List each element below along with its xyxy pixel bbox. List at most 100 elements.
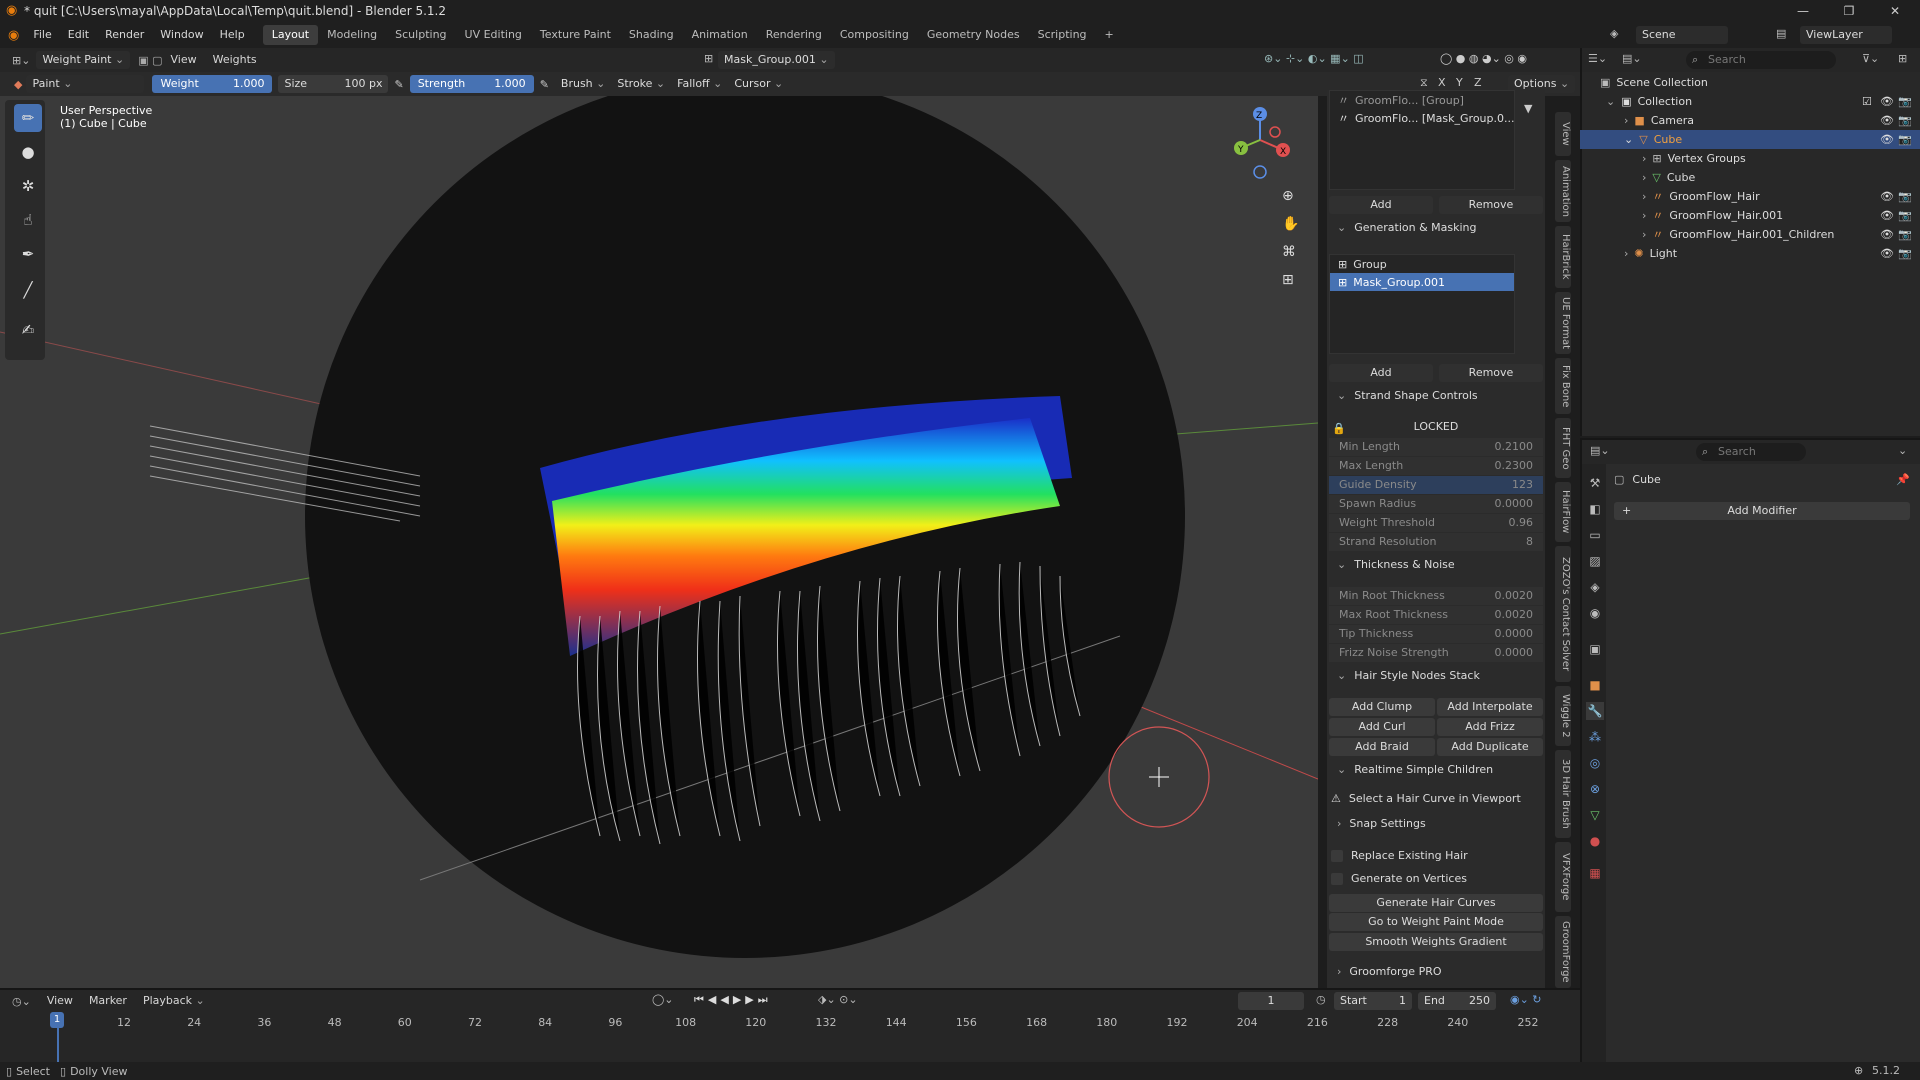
smooth-weights-button[interactable]: Smooth Weights Gradient: [1329, 933, 1543, 951]
scene-properties-icon[interactable]: ◈: [1586, 578, 1604, 596]
outliner-search-input[interactable]: ⌕ Search: [1686, 51, 1836, 69]
new-collection-icon[interactable]: ⊞: [1898, 52, 1907, 65]
remove-button[interactable]: Remove: [1439, 196, 1543, 214]
tab-sculpting[interactable]: Sculpting: [386, 25, 455, 45]
scene-selector[interactable]: Scene: [1636, 26, 1728, 44]
viewlayer-selector[interactable]: ViewLayer: [1800, 26, 1892, 44]
sidebar-tab-vfxforge[interactable]: VFXForge: [1555, 842, 1571, 912]
playback-controls[interactable]: ⏮◀◀▶▶⏭: [694, 993, 772, 1007]
panel-thickness-noise[interactable]: ⌄ Thickness & Noise: [1329, 553, 1543, 577]
outliner-cube-selected[interactable]: ⌄ ▽ Cube 👁 📷: [1580, 130, 1920, 149]
tab-texture-paint[interactable]: Texture Paint: [531, 25, 620, 45]
tab-layout[interactable]: Layout: [262, 25, 319, 45]
timeline-marker-menu[interactable]: Marker: [81, 990, 135, 1012]
pin-icon[interactable]: 📌: [1896, 473, 1910, 486]
view-layer-icon[interactable]: ▨: [1586, 552, 1604, 570]
menu-render[interactable]: Render: [97, 22, 152, 48]
sidebar-tab-hairbrick[interactable]: HairBrick: [1555, 226, 1571, 288]
keying-icon[interactable]: ⬗⌄ ⊙⌄: [818, 993, 858, 1006]
eye-icon[interactable]: 👁: [1880, 244, 1894, 263]
list-menu-icon[interactable]: ▼: [1524, 102, 1532, 115]
max-root-thickness-field[interactable]: Max Root Thickness 0.0020: [1329, 606, 1543, 624]
tab-shading[interactable]: Shading: [620, 25, 683, 45]
timeline-editor-icon[interactable]: ◷⌄: [0, 995, 39, 1008]
list-item[interactable]: 〃 GroomFlo... [Mask_Group.0...: [1330, 109, 1515, 127]
camera-render-icon[interactable]: 📷: [1898, 111, 1912, 130]
select-mode-icon[interactable]: ▣ ▢: [138, 54, 162, 67]
max-length-field[interactable]: Max Length 0.2300: [1329, 457, 1543, 475]
gradient-tool-icon[interactable]: ╱: [14, 276, 42, 304]
eye-icon[interactable]: 👁: [1880, 187, 1894, 206]
average-tool-icon[interactable]: ✲: [14, 172, 42, 200]
panel-hair-style-stack[interactable]: ⌄ Hair Style Nodes Stack: [1329, 664, 1543, 688]
menu-edit[interactable]: Edit: [60, 22, 97, 48]
timeline-frames[interactable]: 1 12 24 36 48 60 72 84 96 108 120 132 144 156 168 180 19…: [0, 1012, 1580, 1068]
menu-window[interactable]: Window: [152, 22, 211, 48]
sidebar-tab-animation[interactable]: Animation: [1555, 160, 1571, 222]
physics-icon[interactable]: ◎: [1586, 754, 1604, 772]
auto-key-icon[interactable]: ◯⌄: [652, 993, 674, 1006]
remove-button[interactable]: Remove: [1439, 364, 1543, 382]
tab-rendering[interactable]: Rendering: [757, 25, 831, 45]
strength-slider[interactable]: Strength 1.000: [409, 75, 534, 93]
weight-threshold-field[interactable]: Weight Threshold 0.96: [1329, 514, 1543, 532]
camera-view-icon[interactable]: ⌘: [1282, 244, 1296, 260]
camera-render-icon[interactable]: 📷: [1898, 225, 1912, 244]
outliner-cube-mesh[interactable]: › ▽ Cube: [1580, 168, 1920, 187]
sidebar-tab-3d-hair-brush[interactable]: 3D Hair Brush: [1555, 750, 1571, 838]
tab-modeling[interactable]: Modeling: [318, 25, 386, 45]
tab-scripting[interactable]: Scripting: [1029, 25, 1096, 45]
add-braid-button[interactable]: Add Braid: [1329, 738, 1435, 756]
panel-strand-shape[interactable]: ⌄ Strand Shape Controls: [1329, 384, 1543, 408]
pan-hand-icon[interactable]: ✋: [1282, 216, 1299, 232]
data-properties-icon[interactable]: ▽: [1586, 806, 1604, 824]
ortho-grid-icon[interactable]: ⊞: [1282, 272, 1294, 288]
spawn-radius-field[interactable]: Spawn Radius 0.0000: [1329, 495, 1543, 513]
camera-render-icon[interactable]: 📷: [1898, 92, 1912, 111]
constraints-icon[interactable]: ⊗: [1586, 780, 1604, 798]
add-clump-button[interactable]: Add Clump: [1329, 698, 1435, 716]
add-modifier-button[interactable]: + Add Modifier: [1614, 502, 1910, 520]
sidebar-tab-wiggle[interactable]: Wiggle 2: [1555, 686, 1571, 746]
add-button[interactable]: Add: [1329, 196, 1433, 214]
strength-pressure-icon[interactable]: ✎: [534, 78, 555, 91]
playhead[interactable]: 1: [50, 1012, 64, 1028]
tab-geometry-nodes[interactable]: Geometry Nodes: [918, 25, 1029, 45]
mirror-z-toggle[interactable]: Z: [1474, 76, 1482, 89]
add-curl-button[interactable]: Add Curl: [1329, 718, 1435, 736]
blender-menu-icon[interactable]: ◉: [0, 28, 25, 43]
close-button[interactable]: ✕: [1872, 0, 1918, 22]
add-frizz-button[interactable]: Add Frizz: [1437, 718, 1543, 736]
mirror-x-toggle[interactable]: X: [1438, 76, 1446, 89]
menu-weights[interactable]: Weights: [205, 48, 265, 72]
menu-help[interactable]: Help: [212, 22, 253, 48]
add-workspace-button[interactable]: +: [1096, 25, 1123, 45]
texture-properties-icon[interactable]: ▦: [1586, 864, 1604, 882]
properties-search-input[interactable]: ⌕ Search: [1696, 443, 1806, 461]
editor-type-icon[interactable]: ⊞⌄: [0, 54, 36, 67]
sidebar-tab-zozo[interactable]: ZOZO's Contact Solver: [1555, 546, 1571, 682]
blur-tool-icon[interactable]: ●: [14, 138, 42, 166]
smear-tool-icon[interactable]: ☝: [14, 206, 42, 234]
cursor-menu[interactable]: Cursor: [728, 75, 789, 93]
paint-tool-icon[interactable]: ✏: [14, 104, 42, 132]
tab-uv-editing[interactable]: UV Editing: [456, 25, 531, 45]
tab-animation[interactable]: Animation: [683, 25, 757, 45]
eye-icon[interactable]: 👁: [1880, 111, 1894, 130]
tab-compositing[interactable]: Compositing: [831, 25, 918, 45]
maximize-button[interactable]: ❐: [1826, 0, 1872, 22]
falloff-menu[interactable]: Falloff: [671, 75, 728, 93]
menu-file[interactable]: File: [25, 22, 59, 48]
sample-weight-icon[interactable]: ✒: [14, 240, 42, 268]
min-root-thickness-field[interactable]: Min Root Thickness 0.0020: [1329, 587, 1543, 605]
generate-hair-curves-button[interactable]: Generate Hair Curves: [1329, 894, 1543, 912]
annotate-tool-icon[interactable]: ✍: [14, 316, 42, 344]
list-item[interactable]: ⊞ Group: [1330, 255, 1514, 273]
weight-slider[interactable]: Weight 1.000: [152, 75, 273, 93]
brush-selector[interactable]: Paint: [26, 75, 145, 93]
outliner-vertex-groups[interactable]: › ⊞ Vertex Groups: [1580, 149, 1920, 168]
camera-render-icon[interactable]: 📷: [1898, 130, 1912, 149]
sidebar-tab-groomforge[interactable]: GroomForge: [1555, 916, 1571, 988]
outliner-scene-collection[interactable]: ▣ Scene Collection: [1580, 73, 1920, 92]
timeline-view-icons[interactable]: ◉⌄ ↻: [1510, 993, 1542, 1006]
